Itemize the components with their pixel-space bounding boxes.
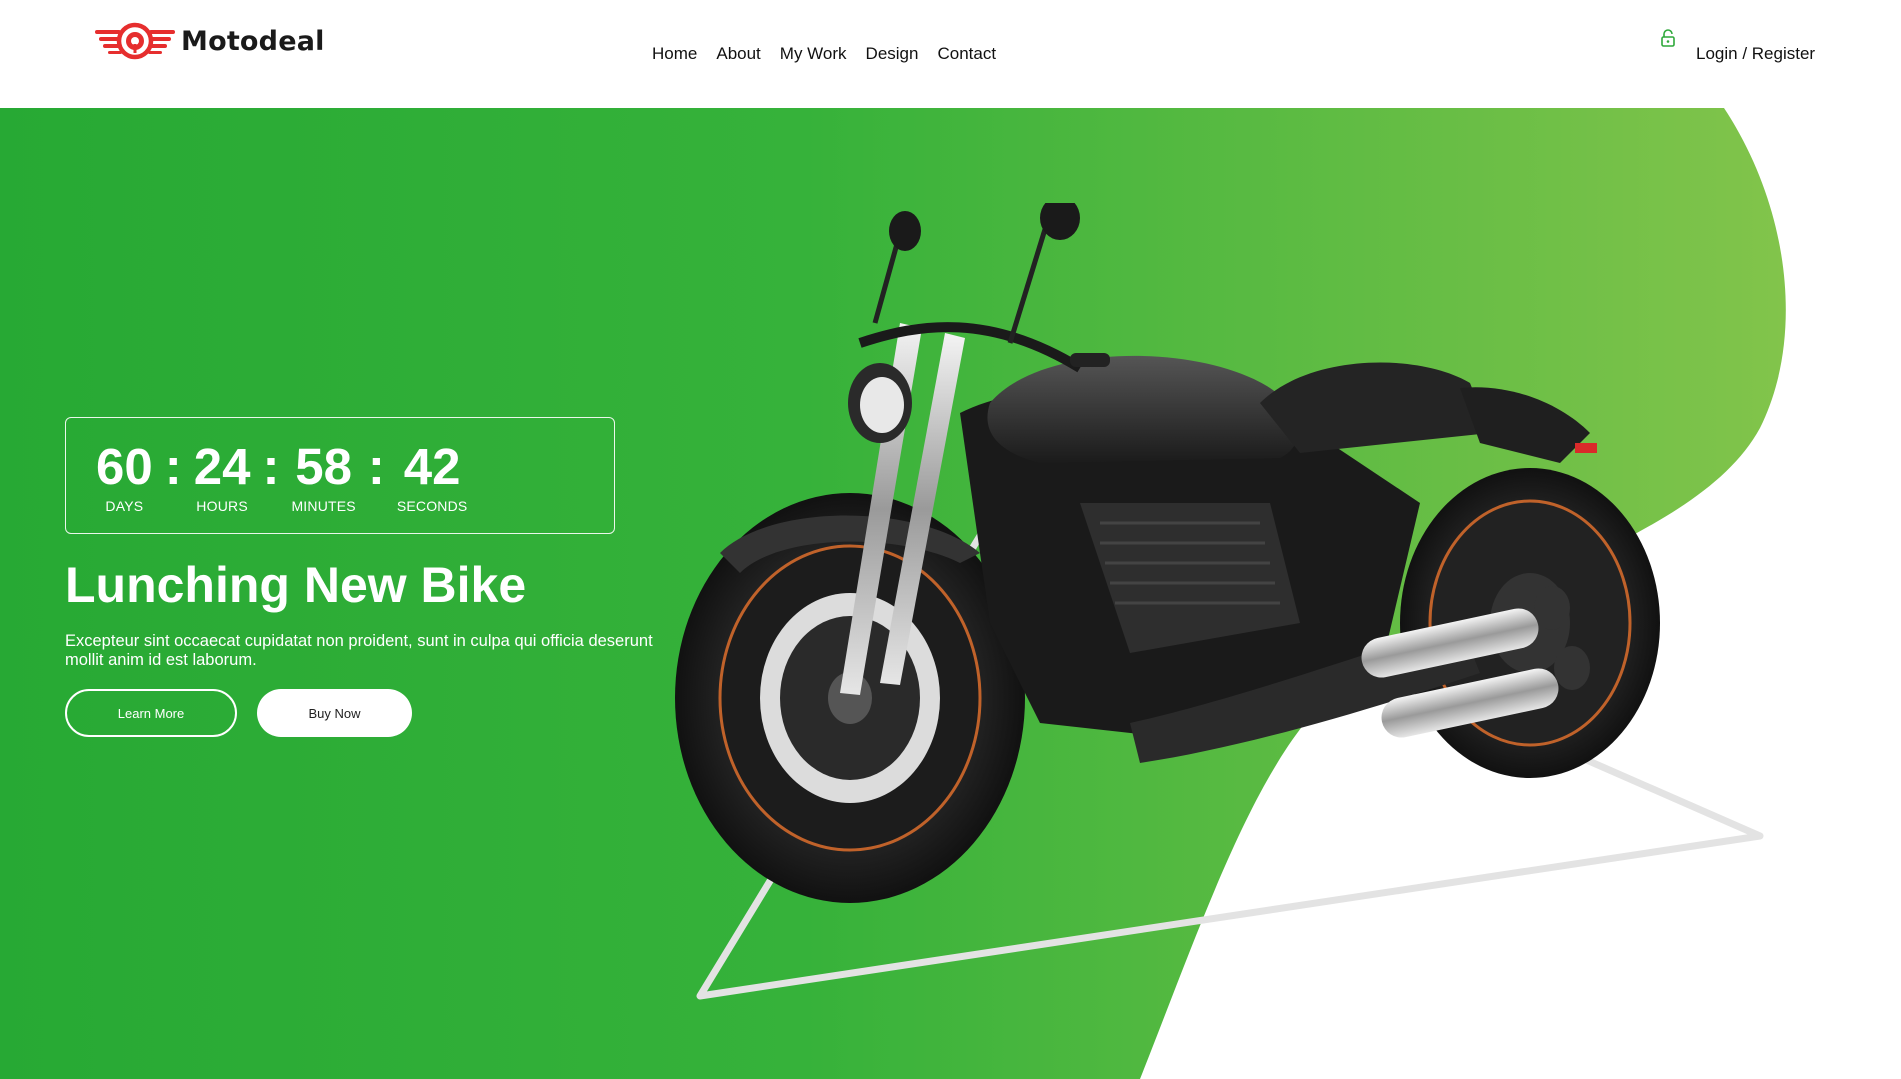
countdown-minutes: 58 MINUTES xyxy=(291,438,355,514)
countdown-days-label: DAYS xyxy=(105,498,144,514)
countdown-seconds-value: 42 xyxy=(403,438,461,495)
countdown-separator: : xyxy=(164,438,182,495)
countdown-timer: 60 DAYS : 24 HOURS : 58 MINUTES : 42 SEC… xyxy=(65,417,615,534)
site-header: Motodeal Home About My Work Design Conta… xyxy=(0,0,1901,108)
nav-item-contact[interactable]: Contact xyxy=(937,44,996,64)
hero-description: Excepteur sint occaecat cupidatat non pr… xyxy=(65,632,653,669)
hero-section: 60 DAYS : 24 HOURS : 58 MINUTES : 42 SEC… xyxy=(0,108,1901,1079)
nav-item-home[interactable]: Home xyxy=(652,44,697,64)
countdown-days: 60 DAYS xyxy=(96,438,153,514)
brand-name: Motodeal xyxy=(181,25,325,57)
main-nav: Home About My Work Design Contact xyxy=(652,44,1015,64)
lock-icon[interactable] xyxy=(1660,29,1676,47)
countdown-separator: : xyxy=(367,438,385,495)
motorcycle-image xyxy=(675,203,1660,903)
nav-item-design[interactable]: Design xyxy=(866,44,919,64)
countdown-seconds: 42 SECONDS xyxy=(397,438,468,514)
countdown-minutes-value: 58 xyxy=(295,438,352,495)
countdown-hours-label: HOURS xyxy=(196,498,248,514)
winged-wheel-logo-icon xyxy=(95,22,175,60)
nav-item-my-work[interactable]: My Work xyxy=(780,44,847,64)
brand-logo[interactable]: Motodeal xyxy=(95,20,325,62)
login-register-link[interactable]: Login / Register xyxy=(1696,44,1815,64)
buy-now-button[interactable]: Buy Now xyxy=(257,689,412,737)
countdown-minutes-label: MINUTES xyxy=(291,498,356,514)
learn-more-button[interactable]: Learn More xyxy=(65,689,237,737)
hero-title: Lunching New Bike xyxy=(65,557,527,613)
countdown-hours: 24 HOURS xyxy=(194,438,251,514)
countdown-separator: : xyxy=(262,438,280,495)
countdown-seconds-label: SECONDS xyxy=(396,498,468,514)
countdown-hours-value: 24 xyxy=(193,438,251,495)
nav-item-about[interactable]: About xyxy=(716,44,760,64)
countdown-days-value: 60 xyxy=(96,438,153,495)
